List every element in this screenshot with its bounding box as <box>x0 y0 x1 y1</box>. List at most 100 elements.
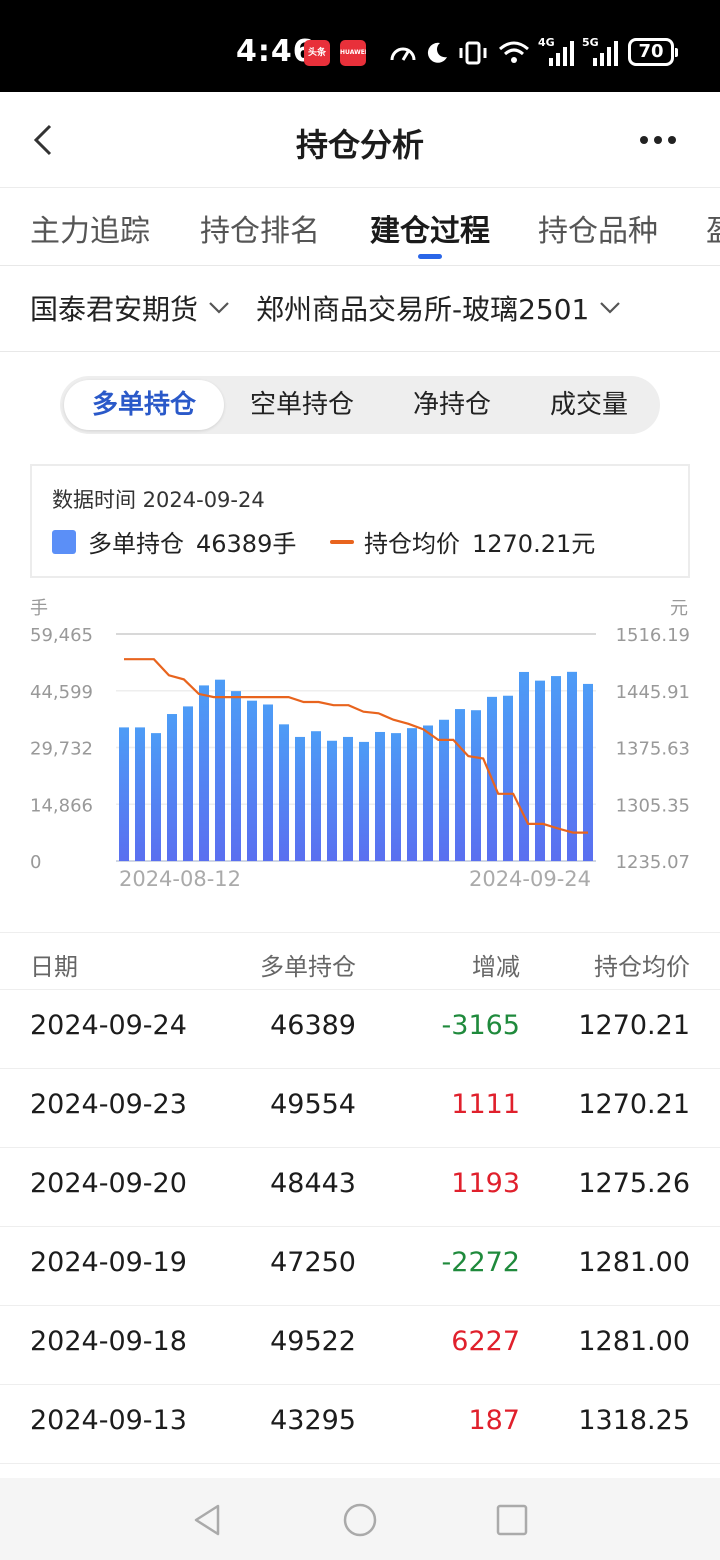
cell-avg-price: 1281.00 <box>578 1247 690 1278</box>
position-bar <box>343 736 353 861</box>
chevron-down-icon <box>600 302 621 314</box>
position-type-segmented-control: 多单持仓 空单持仓 净持仓 成交量 <box>60 376 660 434</box>
cell-long-position: 43295 <box>270 1405 356 1436</box>
cell-change: 6227 <box>451 1326 520 1357</box>
filter-row: 国泰君安期货 郑州商品交易所-玻璃2501 <box>0 266 720 352</box>
left-tick-label: 0 <box>30 852 41 873</box>
position-bar <box>583 683 593 861</box>
more-options-icon[interactable] <box>636 128 680 152</box>
position-bar <box>263 704 273 861</box>
cell-avg-price: 1318.25 <box>578 1405 690 1436</box>
cell-date: 2024-09-20 <box>30 1168 187 1199</box>
segment-short-position[interactable]: 空单持仓 <box>228 380 376 430</box>
segment-volume[interactable]: 成交量 <box>522 380 656 430</box>
header-avg-price: 持仓均价 <box>594 953 690 981</box>
cell-change: -3165 <box>441 1010 520 1041</box>
tab-profit[interactable]: 盈 <box>706 206 720 250</box>
table-row[interactable]: 2024-09-18 49522 6227 1281.00 <box>0 1306 720 1385</box>
position-table: 日期 多单持仓 增减 持仓均价 2024-09-24 46389 -3165 1270… <box>0 932 720 1464</box>
legend-line-label: 持仓均价 <box>364 530 460 558</box>
vibrate-icon <box>459 41 487 65</box>
legend-bar-value: 46389手 <box>196 530 297 558</box>
cell-avg-price: 1270.21 <box>578 1089 690 1120</box>
cell-avg-price: 1270.21 <box>578 1010 690 1041</box>
left-tick-label: 44,599 <box>30 682 93 703</box>
cell-avg-price: 1281.00 <box>578 1326 690 1357</box>
legend-line-value: 1270.21元 <box>472 530 596 558</box>
legend-bar-label: 多单持仓 <box>88 530 184 558</box>
position-bar <box>135 727 145 861</box>
tab-position-ranking[interactable]: 持仓排名 <box>200 206 320 250</box>
cell-date: 2024-09-19 <box>30 1247 187 1278</box>
tab-bar: 主力追踪 持仓排名 建仓过程 持仓品种 盈 <box>0 188 720 266</box>
table-body: 2024-09-24 46389 -3165 1270.21 2024-09-23 495… <box>0 990 720 1464</box>
position-bar <box>455 709 465 861</box>
signal-5g-icon <box>593 41 618 66</box>
position-bar <box>215 679 225 861</box>
tab-build-process[interactable]: 建仓过程 <box>370 206 490 250</box>
header-date: 日期 <box>30 953 78 981</box>
table-row[interactable]: 2024-09-23 49554 1111 1270.21 <box>0 1069 720 1148</box>
left-axis-unit: 手 <box>30 598 48 619</box>
position-bar <box>247 700 257 861</box>
tab-active-indicator <box>418 254 442 259</box>
average-price-line <box>124 658 588 834</box>
cell-long-position: 46389 <box>270 1010 356 1041</box>
position-bar <box>359 741 369 861</box>
right-axis-unit: 元 <box>670 598 688 619</box>
table-row[interactable]: 2024-09-20 48443 1193 1275.26 <box>0 1148 720 1227</box>
right-axis-ticks: 1516.19 1445.91 1375.63 1305.35 1235.07 <box>616 625 690 873</box>
broker-selector-label: 国泰君安期货 <box>30 293 199 326</box>
position-bar <box>279 724 289 861</box>
tab-position-varieties[interactable]: 持仓品种 <box>538 206 658 250</box>
cell-date: 2024-09-18 <box>30 1326 187 1357</box>
table-row[interactable]: 2024-09-13 43295 187 1318.25 <box>0 1385 720 1464</box>
position-bar <box>375 731 385 861</box>
signal-4g-icon <box>549 41 574 66</box>
cell-long-position: 48443 <box>270 1168 356 1199</box>
position-bar <box>327 740 337 861</box>
legend-bar-item: 多单持仓 46389手 <box>52 524 296 559</box>
segment-net-position[interactable]: 净持仓 <box>382 380 522 430</box>
legend-bar-swatch <box>52 529 76 554</box>
right-tick-label: 1305.35 <box>616 795 690 816</box>
cell-change: 187 <box>468 1405 520 1436</box>
left-tick-label: 29,732 <box>30 739 93 760</box>
position-bar <box>151 733 161 861</box>
table-row[interactable]: 2024-09-19 47250 -2272 1281.00 <box>0 1227 720 1306</box>
position-bar <box>551 676 561 861</box>
position-bar <box>391 733 401 861</box>
position-bar <box>295 736 305 861</box>
legend-line-swatch <box>330 539 354 544</box>
nav-home-icon[interactable] <box>340 1500 380 1540</box>
status-bar: 4:46 头条 HUAWEI 4G 5G 70 <box>0 0 720 92</box>
header-long-position: 多单持仓 <box>260 953 356 981</box>
position-chart[interactable]: 手 元 59,465 44,599 29,732 14,866 0 1516.19 144… <box>0 590 720 900</box>
wifi-icon <box>499 41 529 63</box>
cell-long-position: 49522 <box>270 1326 356 1357</box>
contract-selector-label: 郑州商品交易所-玻璃2501 <box>256 293 590 326</box>
position-bar <box>503 695 513 861</box>
status-time: 4:46 <box>236 34 315 69</box>
left-axis-ticks: 59,465 44,599 29,732 14,866 0 <box>30 625 93 873</box>
tab-main-tracking[interactable]: 主力追踪 <box>30 206 150 250</box>
broker-selector[interactable]: 国泰君安期货 <box>30 288 230 328</box>
contract-selector[interactable]: 郑州商品交易所-玻璃2501 <box>256 288 621 328</box>
nav-back-icon[interactable] <box>188 1500 228 1540</box>
position-bar <box>183 706 193 861</box>
battery-indicator: 70 <box>628 38 678 66</box>
position-bar <box>311 731 321 861</box>
table-row[interactable]: 2024-09-24 46389 -3165 1270.21 <box>0 990 720 1069</box>
cell-long-position: 47250 <box>270 1247 356 1278</box>
huawei-app-icon: HUAWEI <box>340 40 366 66</box>
segment-long-position[interactable]: 多单持仓 <box>64 380 224 430</box>
position-bar <box>519 671 529 861</box>
position-bar <box>407 728 417 861</box>
position-bar <box>199 685 209 861</box>
cell-change: 1193 <box>451 1168 520 1199</box>
left-tick-label: 14,866 <box>30 795 93 816</box>
x-axis-end-label: 2024-09-24 <box>469 867 591 891</box>
cell-avg-price: 1275.26 <box>578 1168 690 1199</box>
position-bar <box>119 727 129 861</box>
nav-recents-icon[interactable] <box>492 1500 532 1540</box>
